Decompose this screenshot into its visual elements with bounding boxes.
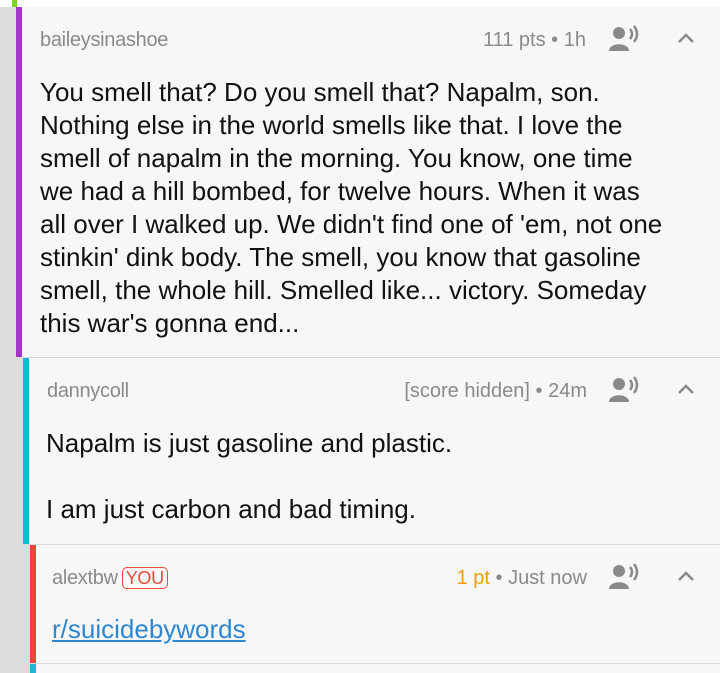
comment-points: [score hidden] [404, 380, 530, 402]
comment-meta: 111 pts • 1h [483, 29, 586, 52]
comment-3[interactable]: alextbw YOU 1 pt • Just now r/suicidebywo… [30, 545, 720, 664]
comment-points: 1 pt [456, 567, 490, 589]
comment-line: I am just carbon and bad timing. [46, 494, 416, 524]
comment-body: Napalm is just gasoline and plastic. I a… [46, 427, 706, 526]
comment-time: 24m [548, 380, 587, 402]
thread-depth-bar [30, 664, 36, 673]
comment-author[interactable]: dannycoll [47, 380, 129, 403]
thread-depth-bar [23, 358, 29, 544]
previous-comment-strip [0, 0, 720, 7]
comment-body: You smell that? Do you smell that? Napal… [40, 76, 716, 340]
meta-separator: • [535, 380, 543, 402]
comment-time: Just now [508, 567, 587, 589]
comment-author-name[interactable]: alextbw [52, 567, 118, 589]
text-to-speech-icon[interactable] [609, 376, 639, 404]
comment-meta: [score hidden] • 24m [404, 380, 587, 403]
you-badge: YOU [121, 567, 168, 589]
comment-line: You smell that? Do you smell that? Napal… [40, 77, 600, 107]
chevron-up-icon[interactable] [677, 382, 695, 396]
comment-meta: 1 pt • Just now [457, 567, 587, 590]
comment-author: alextbw YOU [52, 567, 168, 590]
comment-line: stinkin' dink body. The smell, you know … [40, 242, 641, 272]
meta-separator: • [551, 29, 559, 51]
thread-depth-bar [16, 7, 22, 357]
chevron-up-icon[interactable] [677, 31, 695, 45]
comment-time: 1h [563, 29, 586, 51]
comment-line: smell of napalm in the morning. You know… [40, 143, 633, 173]
comment-line: Nothing else in the world smells like th… [40, 110, 623, 140]
comment-1[interactable]: baileysinashoe 111 pts • 1h You smell th… [16, 7, 720, 358]
comment-points: 111 pts [482, 29, 546, 51]
comment-line: we had a hill bombed, for twelve hours. … [40, 176, 640, 206]
thread-depth-bar [30, 545, 36, 663]
comment-line: Napalm is just gasoline and plastic. [46, 428, 453, 458]
next-comment-edge [30, 664, 720, 673]
comment-2[interactable]: dannycoll [score hidden] • 24m Napalm is… [23, 358, 720, 545]
meta-separator: • [495, 567, 503, 589]
text-to-speech-icon[interactable] [609, 563, 639, 591]
comment-line: smell, the whole hill. Smelled like... v… [40, 275, 647, 305]
chevron-up-icon[interactable] [677, 569, 695, 583]
text-to-speech-icon[interactable] [609, 25, 639, 53]
subreddit-link[interactable]: r/suicidebywords [52, 614, 246, 644]
comment-body: r/suicidebywords [52, 613, 246, 646]
comment-line: this war's gonna end... [40, 308, 300, 338]
comment-line: all over I walked up. We didn't find one… [40, 209, 663, 239]
comment-author[interactable]: baileysinashoe [40, 29, 168, 52]
thread-depth-bar [12, 0, 17, 7]
